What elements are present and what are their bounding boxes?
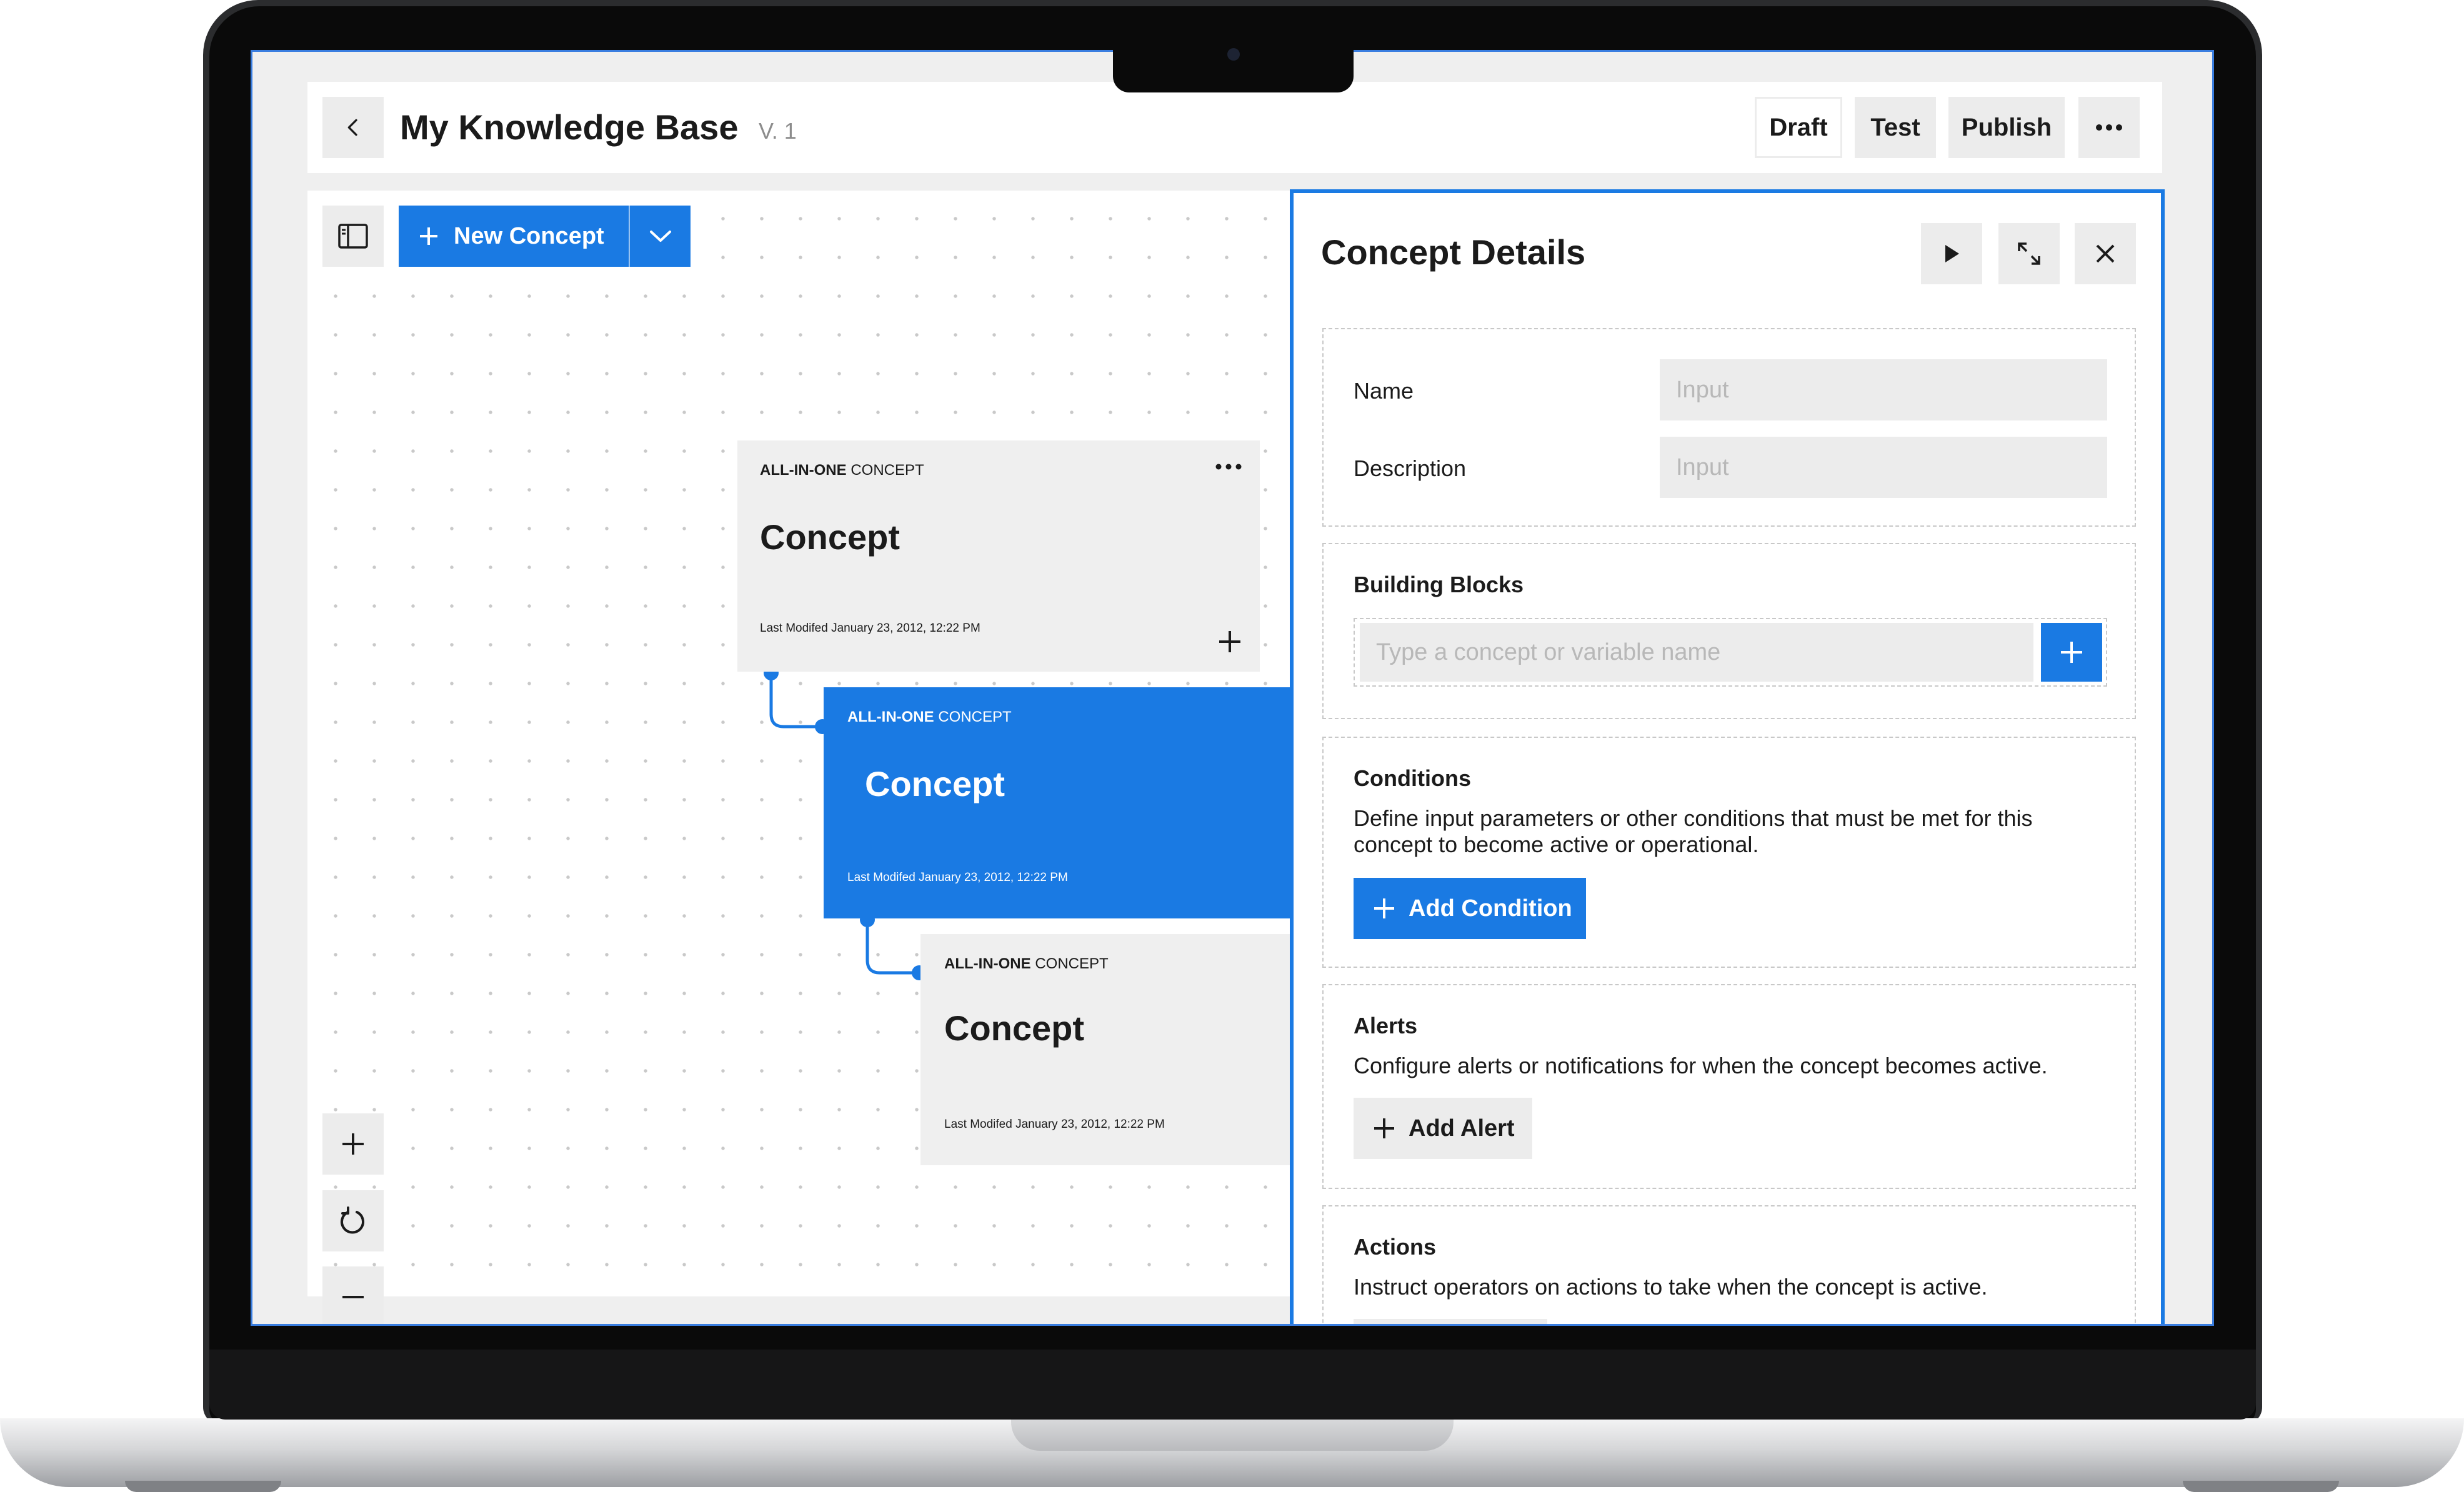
card-title: Concept: [944, 1008, 1084, 1048]
play-icon: [1945, 245, 1959, 262]
building-blocks-input-group: [1354, 618, 2107, 687]
new-concept-label: New Concept: [454, 222, 604, 249]
building-blocks-section: Building Blocks: [1322, 543, 2136, 719]
plus-icon: [420, 227, 437, 245]
more-options-button[interactable]: [2078, 97, 2140, 158]
camera: [1227, 48, 1240, 61]
test-button[interactable]: Test: [1855, 97, 1936, 158]
laptop-foot-left: [125, 1481, 281, 1492]
expand-icon: [2018, 242, 2040, 265]
minus-icon: [342, 1296, 364, 1298]
plus-icon: [1374, 898, 1394, 918]
card-modified-date: Last Modifed January 23, 2012, 12:22 PM: [847, 871, 1068, 884]
conditions-description: Define input parameters or other conditi…: [1354, 805, 2033, 857]
close-button[interactable]: [2075, 223, 2136, 284]
version-label: V. 1: [759, 118, 797, 144]
name-input[interactable]: [1660, 359, 2107, 420]
sidebar-toggle-button[interactable]: [322, 206, 384, 267]
new-concept-split-button: New Concept: [399, 206, 691, 267]
plus-icon: [1219, 631, 1240, 652]
add-building-block-button[interactable]: [2041, 623, 2102, 682]
conditions-heading: Conditions: [1354, 765, 1471, 791]
plus-icon: [1374, 1118, 1394, 1138]
zoom-out-button[interactable]: [322, 1266, 384, 1324]
building-blocks-heading: Building Blocks: [1354, 572, 1524, 597]
screen-notch: [1113, 37, 1354, 92]
new-concept-button[interactable]: New Concept: [399, 206, 630, 267]
card-title: Concept: [760, 517, 900, 557]
sidebar-icon: [338, 224, 368, 249]
plus-icon: [2061, 642, 2082, 663]
description-input[interactable]: [1660, 437, 2107, 498]
add-action-button[interactable]: [1354, 1319, 1547, 1324]
name-label: Name: [1354, 378, 1414, 404]
expand-button[interactable]: [1998, 223, 2060, 284]
app-screen: My Knowledge Base V. 1 Draft Test Publis…: [251, 50, 2214, 1326]
laptop-foot-right: [2183, 1481, 2339, 1492]
alerts-description: Configure alerts or notifications for wh…: [1354, 1053, 2048, 1078]
ellipsis-icon: [2096, 124, 2122, 131]
new-concept-dropdown-button[interactable]: [630, 206, 691, 267]
concept-details-panel: Concept Details Name Description Buildin…: [1290, 189, 2165, 1324]
alerts-heading: Alerts: [1354, 1013, 1418, 1038]
concept-card-selected[interactable]: ALL-IN-ONE CONCEPT Concept Last Modifed …: [824, 687, 1361, 918]
card-modified-date: Last Modifed January 23, 2012, 12:22 PM: [944, 1118, 1165, 1131]
add-condition-label: Add Condition: [1409, 895, 1572, 922]
actions-heading: Actions: [1354, 1234, 1437, 1260]
chevron-down-icon: [649, 231, 671, 242]
draft-button[interactable]: Draft: [1755, 97, 1842, 158]
card-title: Concept: [865, 764, 1005, 803]
plus-icon: [342, 1133, 364, 1155]
actions-description: Instruct operators on actions to take wh…: [1354, 1274, 1988, 1300]
description-label: Description: [1354, 455, 1467, 481]
laptop-chin: [209, 1350, 2256, 1420]
laptop-opening-notch: [1011, 1418, 1454, 1451]
chevron-left-icon: [347, 119, 357, 136]
card-type-label: ALL-IN-ONE CONCEPT: [760, 462, 924, 479]
concept-canvas[interactable]: New Concept ALL-IN-ONE CONCEPT Concept L…: [307, 191, 1361, 1324]
close-icon: [2096, 244, 2115, 263]
details-title: Concept Details: [1321, 232, 1586, 272]
building-blocks-input[interactable]: [1360, 623, 2033, 682]
name-description-section: Name Description: [1322, 328, 2136, 527]
back-button[interactable]: [322, 97, 384, 158]
alerts-section: Alerts Configure alerts or notifications…: [1322, 984, 2136, 1189]
concept-card[interactable]: ALL-IN-ONE CONCEPT Concept Last Modifed …: [737, 440, 1260, 672]
zoom-in-button[interactable]: [322, 1113, 384, 1175]
zoom-reset-button[interactable]: [322, 1190, 384, 1251]
card-type-label: ALL-IN-ONE CONCEPT: [944, 955, 1109, 972]
page-title: My Knowledge Base: [400, 107, 739, 147]
card-type-label: ALL-IN-ONE CONCEPT: [847, 709, 1012, 725]
card-add-child-button[interactable]: [1214, 625, 1246, 658]
add-alert-button[interactable]: Add Alert: [1354, 1098, 1532, 1159]
add-alert-label: Add Alert: [1409, 1115, 1515, 1141]
card-modified-date: Last Modifed January 23, 2012, 12:22 PM: [760, 622, 980, 635]
card-more-button[interactable]: [1210, 454, 1247, 479]
reset-icon: [341, 1206, 364, 1234]
publish-button[interactable]: Publish: [1948, 97, 2065, 158]
add-condition-button[interactable]: Add Condition: [1354, 878, 1586, 939]
actions-section: Actions Instruct operators on actions to…: [1322, 1205, 2136, 1324]
top-header: My Knowledge Base V. 1 Draft Test Publis…: [307, 82, 2162, 173]
run-button[interactable]: [1921, 223, 1982, 284]
conditions-section: Conditions Define input parameters or ot…: [1322, 737, 2136, 968]
ellipsis-icon: [1215, 464, 1242, 470]
